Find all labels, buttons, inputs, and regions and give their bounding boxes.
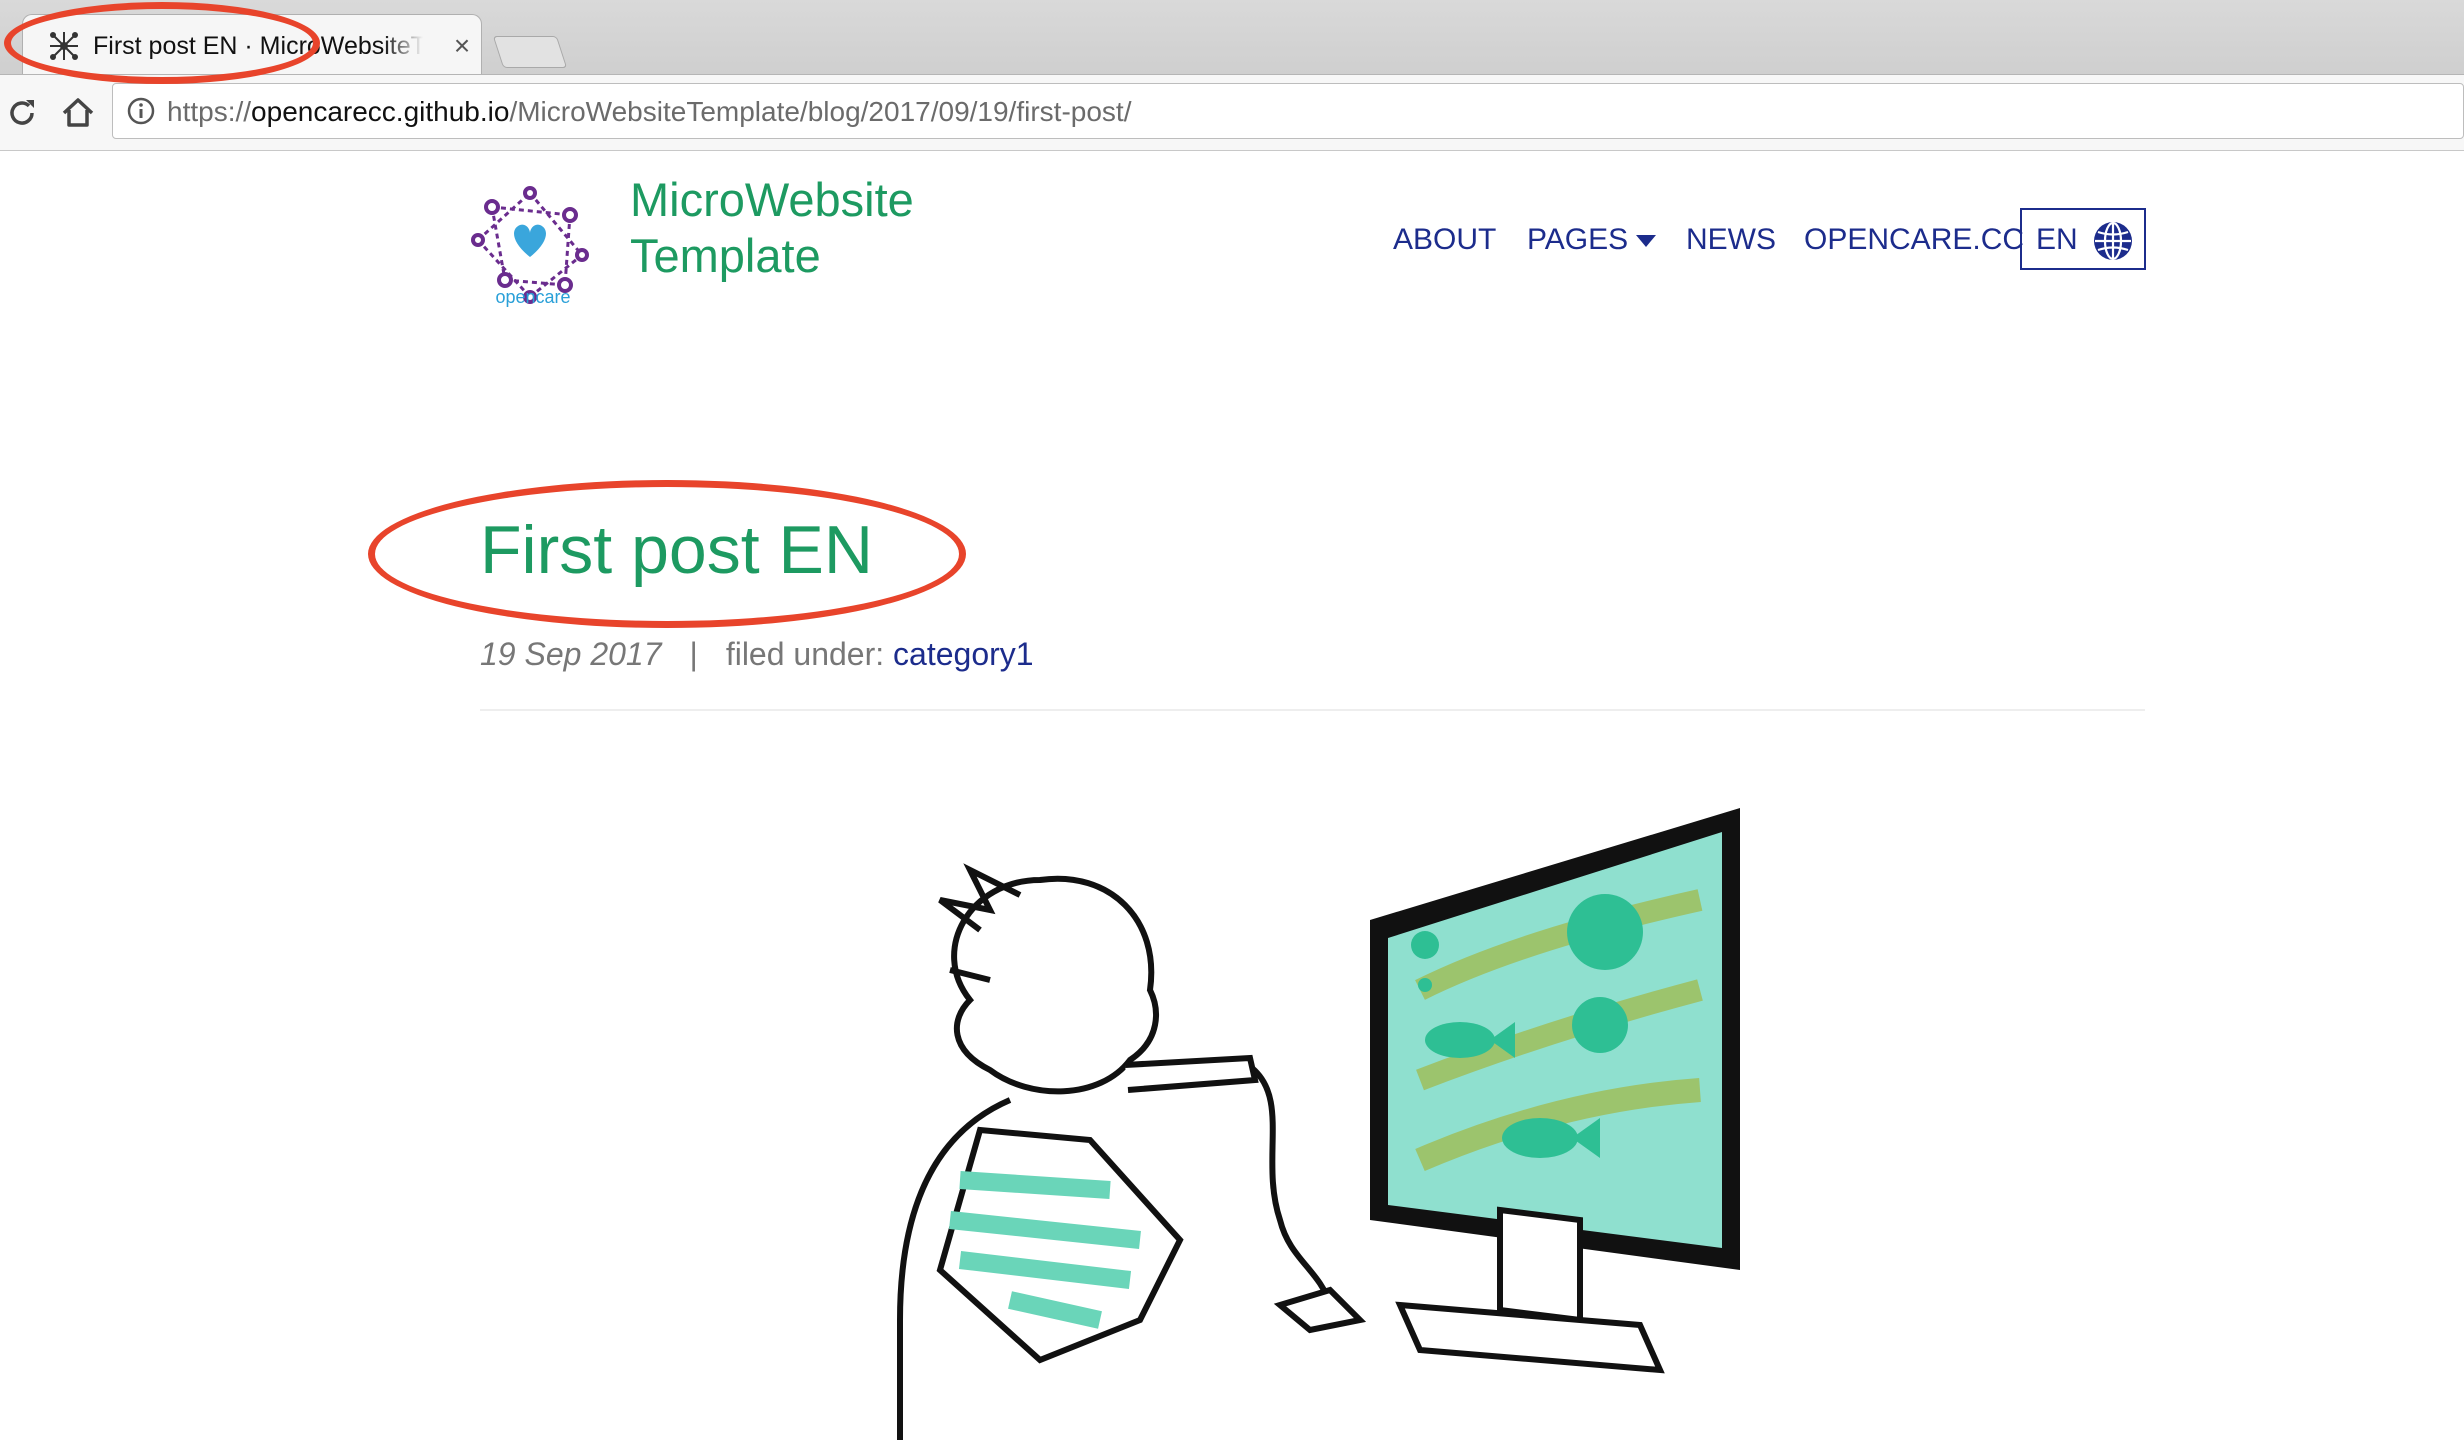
address-bar[interactable]: https://opencarecc.github.io/MicroWebsit… bbox=[112, 83, 2464, 139]
nav-opencare[interactable]: OPENCARE.CC bbox=[1804, 218, 2024, 262]
category-link[interactable]: category1 bbox=[893, 636, 1034, 672]
post-title: First post EN bbox=[480, 512, 873, 588]
browser-tab-strip: First post EN · MicroWebsiteTemplate × bbox=[0, 0, 2464, 75]
person-drawing bbox=[897, 863, 1367, 1440]
post-illustration bbox=[897, 808, 1740, 1440]
browser-tab-active[interactable]: First post EN · MicroWebsiteTemplate × bbox=[22, 14, 482, 74]
url-scheme: https:// bbox=[167, 96, 252, 127]
home-icon[interactable] bbox=[56, 91, 100, 135]
post-meta: 19 Sep 2017 | filed under: category1 bbox=[480, 632, 1034, 676]
nav-about[interactable]: ABOUT bbox=[1393, 218, 1496, 262]
post-date: 19 Sep 2017 bbox=[480, 636, 662, 672]
language-label: EN bbox=[2036, 223, 2078, 256]
chevron-down-icon bbox=[1636, 235, 1657, 248]
info-icon[interactable] bbox=[127, 97, 155, 125]
url-host: opencarecc.github.io bbox=[251, 96, 510, 127]
tab-close-icon[interactable]: × bbox=[447, 29, 477, 63]
nav-news[interactable]: NEWS bbox=[1686, 218, 1776, 262]
url-path: /MicroWebsiteTemplate/blog/2017/09/19/fi… bbox=[509, 96, 1132, 127]
tab-title: First post EN · MicroWebsiteTemplate bbox=[93, 32, 423, 60]
meta-separator: | bbox=[689, 636, 698, 672]
url-text: https://opencarecc.github.io/MicroWebsit… bbox=[167, 92, 1131, 132]
reload-icon[interactable] bbox=[0, 91, 44, 135]
site-title[interactable]: MicroWebsite Template bbox=[630, 172, 990, 284]
site-title-line-2: Template bbox=[630, 229, 821, 282]
logo-wordmark: opencare bbox=[495, 287, 571, 307]
globe-icon bbox=[2094, 221, 2132, 261]
opencare-favicon-icon bbox=[50, 32, 78, 60]
language-selector[interactable]: EN bbox=[2020, 208, 2146, 270]
monitor-drawing bbox=[1370, 808, 1740, 1374]
new-tab-button[interactable] bbox=[492, 36, 568, 68]
filed-under-label: filed under: bbox=[725, 636, 885, 672]
divider bbox=[480, 709, 2145, 711]
nav-pages[interactable]: PAGES bbox=[1527, 218, 1657, 262]
browser-toolbar: https://opencarecc.github.io/MicroWebsit… bbox=[0, 75, 2464, 151]
nav-pages-label: PAGES bbox=[1527, 223, 1629, 256]
site-title-line-1: MicroWebsite bbox=[630, 173, 914, 226]
